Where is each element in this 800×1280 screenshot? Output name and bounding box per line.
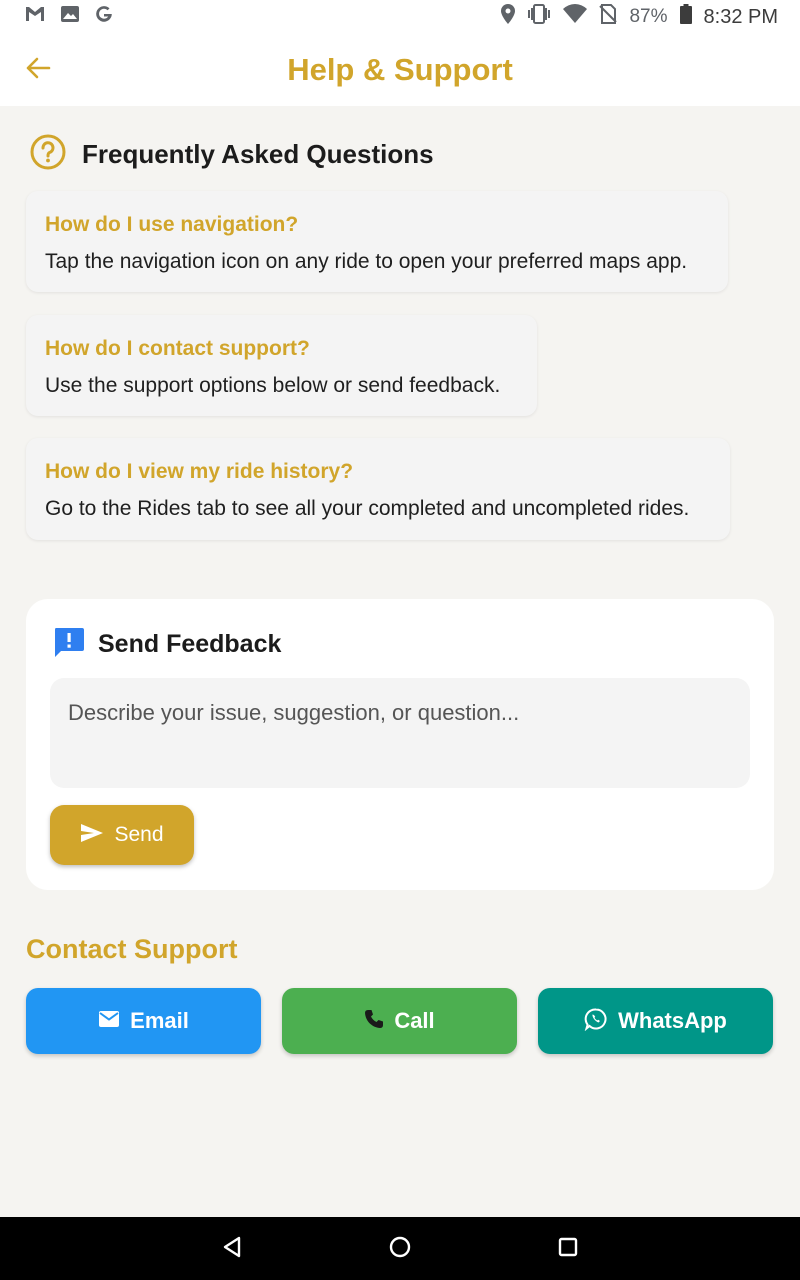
image-icon <box>60 5 80 29</box>
whatsapp-icon <box>584 1007 608 1036</box>
contact-support-title: Contact Support <box>26 934 238 964</box>
feedback-title: Send Feedback <box>98 630 282 658</box>
nav-back-button[interactable] <box>216 1233 248 1265</box>
call-label: Call <box>394 1008 435 1033</box>
faq-answer: Tap the navigation icon on any ride to o… <box>45 250 688 273</box>
system-nav-bar <box>0 1217 800 1280</box>
battery-icon <box>679 4 692 30</box>
vibrate-icon <box>527 4 551 30</box>
status-bar: 87% 8:32 PM <box>0 0 800 34</box>
feedback-icon <box>52 625 86 664</box>
faq-answer: Use the support options below or send fe… <box>45 374 501 397</box>
status-bar-right: 87% 8:32 PM <box>501 4 778 30</box>
triangle-back-icon <box>221 1235 243 1264</box>
send-label: Send <box>114 823 164 846</box>
status-bar-left <box>24 4 114 30</box>
feedback-header: Send Feedback <box>52 625 281 664</box>
google-icon <box>94 4 114 30</box>
circle-home-icon <box>388 1235 412 1264</box>
no-sim-icon <box>599 4 618 30</box>
phone-icon <box>364 1009 384 1034</box>
help-circle-icon <box>30 134 66 175</box>
faq-item[interactable]: How do I contact support? Use the suppor… <box>26 315 537 416</box>
page-title: Help & Support <box>287 52 513 87</box>
faq-header: Frequently Asked Questions <box>30 134 434 175</box>
faq-title: Frequently Asked Questions <box>82 139 434 169</box>
gmail-icon <box>24 5 46 29</box>
help-support-screen: 87% 8:32 PM Help & Support Frequently As… <box>0 0 800 1280</box>
square-recents-icon <box>557 1236 579 1263</box>
back-button[interactable] <box>16 48 60 92</box>
location-icon <box>501 4 516 30</box>
nav-home-button[interactable] <box>384 1233 416 1265</box>
call-button[interactable]: Call <box>282 988 517 1054</box>
battery-percent: 87% <box>629 6 668 27</box>
wifi-icon <box>563 4 588 30</box>
send-icon <box>80 823 104 848</box>
faq-question: How do I use navigation? <box>45 213 299 236</box>
nav-recents-button[interactable] <box>552 1233 584 1265</box>
faq-question: How do I view my ride history? <box>45 460 354 483</box>
whatsapp-label: WhatsApp <box>618 1008 727 1033</box>
whatsapp-button[interactable]: WhatsApp <box>538 988 773 1054</box>
send-button[interactable]: Send <box>50 805 194 865</box>
email-label: Email <box>130 1008 189 1033</box>
faq-answer: Go to the Rides tab to see all your comp… <box>45 497 690 520</box>
faq-question: How do I contact support? <box>45 337 310 360</box>
arrow-back-icon <box>25 55 51 86</box>
faq-item[interactable]: How do I use navigation? Tap the navigat… <box>26 191 728 292</box>
email-button[interactable]: Email <box>26 988 261 1054</box>
email-icon <box>98 1010 120 1033</box>
status-time: 8:32 PM <box>703 5 778 28</box>
feedback-input[interactable] <box>50 678 750 788</box>
faq-item[interactable]: How do I view my ride history? Go to the… <box>26 438 730 540</box>
app-bar: Help & Support <box>0 34 800 106</box>
feedback-card: Send Feedback Send <box>26 599 774 890</box>
